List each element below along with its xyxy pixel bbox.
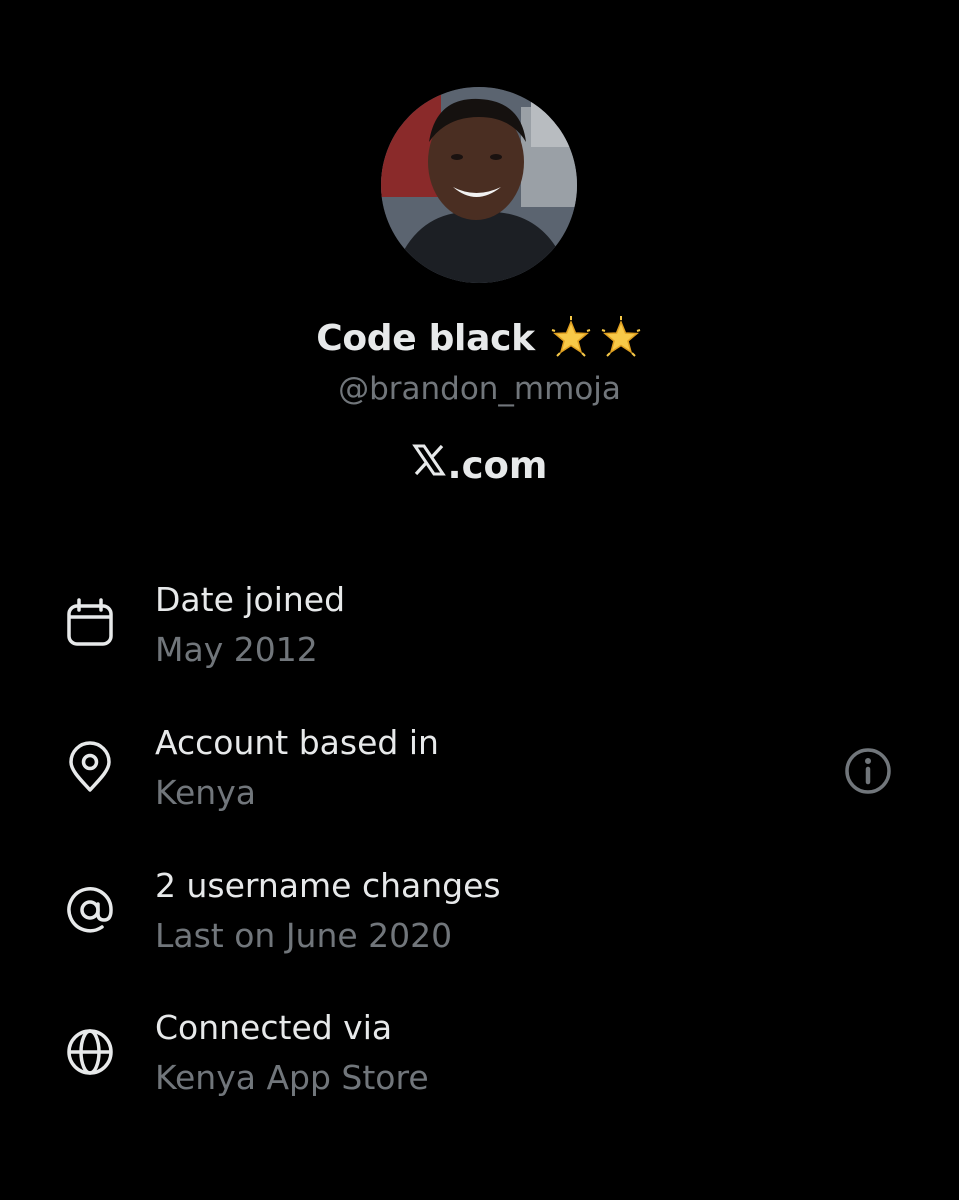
detail-row-connected-via: Connected via Kenya App Store (0, 1006, 959, 1116)
user-handle: @brandon_mmoja (338, 371, 621, 407)
location-pin-icon (64, 741, 116, 793)
info-icon (845, 748, 891, 794)
detail-value: Last on June 2020 (155, 916, 453, 955)
glowing-star-icon (551, 316, 591, 357)
badge-stars (543, 312, 643, 362)
avatar[interactable] (381, 87, 577, 283)
globe-icon (64, 1026, 116, 1078)
detail-value: Kenya App Store (155, 1058, 429, 1097)
calendar-icon (64, 598, 116, 650)
detail-label: Date joined (155, 580, 346, 619)
site-suffix: .com (447, 444, 548, 487)
detail-row-username-changes: 2 username changes Last on June 2020 (0, 864, 959, 974)
site-label[interactable]: .com (0, 442, 959, 492)
display-name-text: Code black (316, 318, 535, 359)
detail-label: Connected via (155, 1008, 393, 1047)
detail-row-date-joined: Date joined May 2012 (0, 578, 959, 688)
detail-value: Kenya (155, 773, 256, 812)
x-logo-icon (411, 441, 446, 489)
glowing-star-icon (601, 316, 641, 357)
detail-value: May 2012 (155, 630, 318, 669)
avatar-image (381, 87, 577, 283)
info-button[interactable] (842, 745, 894, 797)
display-name: Code black (0, 314, 959, 365)
detail-label: Account based in (155, 723, 439, 762)
detail-label: 2 username changes (155, 866, 501, 905)
detail-row-account-based-in: Account based in Kenya (0, 721, 959, 831)
at-sign-icon (64, 884, 116, 936)
